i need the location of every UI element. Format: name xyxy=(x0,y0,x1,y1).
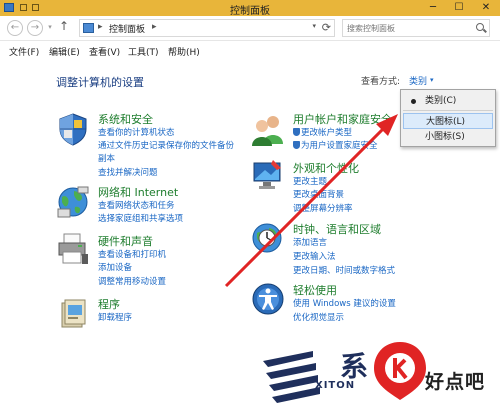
control-panel-icon xyxy=(83,23,94,33)
link-change-account-type[interactable]: 更改帐户类型 xyxy=(293,126,352,138)
clock-globe-icon[interactable] xyxy=(251,220,285,254)
link-homegroup-sharing[interactable]: 选择家庭组和共享选项 xyxy=(98,212,183,224)
link-view-computer-status[interactable]: 查看你的计算机状态 xyxy=(98,126,175,138)
link-devices-printers[interactable]: 查看设备和打印机 xyxy=(98,248,166,260)
menu-file[interactable]: 文件(F) xyxy=(9,45,39,58)
breadcrumb-control-panel[interactable]: 控制面板 xyxy=(109,22,145,35)
refresh-icon[interactable]: ⟳ xyxy=(322,21,331,34)
menu-separator xyxy=(403,110,493,111)
selected-radio-dot-icon xyxy=(411,99,416,104)
page-title: 调整计算机的设置 xyxy=(56,76,144,89)
link-mobility-settings[interactable]: 调整常用移动设置 xyxy=(98,275,166,287)
menu-option-category-label: 类别(C) xyxy=(425,96,457,106)
category-title-user-accounts[interactable]: 用户帐户和家庭安全 xyxy=(293,111,392,127)
menu-option-large-icons[interactable]: 大图标(L) xyxy=(403,113,493,129)
view-by-dropdown-menu: 类别(C) 大图标(L) 小图标(S) xyxy=(400,89,496,147)
menu-option-large-icons-label: 大图标(L) xyxy=(426,117,466,127)
category-title-system-security[interactable]: 系统和安全 xyxy=(98,111,153,127)
link-network-status[interactable]: 查看网络状态和任务 xyxy=(98,199,175,211)
view-by-selector[interactable]: 类别 xyxy=(409,74,427,87)
title-bar: 控制面板 ─ ☐ ✕ xyxy=(0,0,500,17)
programs-icon[interactable] xyxy=(56,295,90,329)
address-dropdown-icon[interactable]: ▾ xyxy=(312,22,316,30)
link-add-language[interactable]: 添加语言 xyxy=(293,236,327,248)
category-title-clock-region[interactable]: 时钟、语言和区域 xyxy=(293,221,381,237)
category-title-appearance[interactable]: 外观和个性化 xyxy=(293,160,359,176)
link-troubleshoot[interactable]: 查找并解决问题 xyxy=(98,166,158,178)
forward-button[interactable]: → xyxy=(27,20,43,36)
link-optimize-visual-display[interactable]: 优化视觉显示 xyxy=(293,311,344,323)
chevron-down-icon[interactable]: ▾ xyxy=(430,76,434,84)
link-desktop-background[interactable]: 更改桌面背景 xyxy=(293,188,344,200)
category-title-ease-of-access[interactable]: 轻松使用 xyxy=(293,282,337,298)
watermark-brand-cn: 系 xyxy=(340,350,369,383)
address-row: ← → ▾ ↑ ▸ 控制面板 ▸ ▾ ⟳ xyxy=(0,16,500,41)
link-add-device[interactable]: 添加设备 xyxy=(98,261,132,273)
menu-tools[interactable]: 工具(T) xyxy=(128,45,159,58)
shield-icon[interactable] xyxy=(56,112,90,146)
link-file-history-backup[interactable]: 通过文件历史记录保存你的文件备份 xyxy=(98,139,234,151)
menu-bar: 文件(F) 编辑(E) 查看(V) 工具(T) 帮助(H) xyxy=(0,42,500,59)
address-bar[interactable]: ▸ 控制面板 ▸ ▾ ⟳ xyxy=(79,19,335,37)
view-by-label: 查看方式: xyxy=(361,77,401,87)
back-button[interactable]: ← xyxy=(7,20,23,36)
watermark-brand-en: XITON xyxy=(315,380,356,391)
haodianba-logo-icon xyxy=(374,342,426,400)
recent-locations-button[interactable]: ▾ xyxy=(45,20,55,36)
search-icon[interactable] xyxy=(476,23,484,31)
link-change-account-type-label: 更改帐户类型 xyxy=(301,128,353,138)
close-button[interactable]: ✕ xyxy=(473,0,499,16)
menu-option-small-icons[interactable]: 小图标(S) xyxy=(403,129,493,145)
link-family-safety-label: 为用户设置家庭安全 xyxy=(301,141,378,151)
link-date-time-format[interactable]: 更改日期、时间或数字格式 xyxy=(293,264,395,276)
link-uninstall-program[interactable]: 卸载程序 xyxy=(98,311,132,323)
network-globe-icon[interactable] xyxy=(56,185,90,219)
link-change-theme[interactable]: 更改主题 xyxy=(293,175,327,187)
minimize-button[interactable]: ─ xyxy=(420,0,446,16)
link-family-safety[interactable]: 为用户设置家庭安全 xyxy=(293,139,378,151)
link-screen-resolution[interactable]: 调整屏幕分辨率 xyxy=(293,202,353,214)
ease-of-access-icon[interactable] xyxy=(251,282,285,316)
menu-help[interactable]: 帮助(H) xyxy=(168,45,200,58)
users-icon[interactable] xyxy=(251,112,285,146)
menu-option-small-icons-label: 小图标(S) xyxy=(425,132,465,142)
uac-shield-icon xyxy=(293,141,300,149)
breadcrumb-separator-icon[interactable]: ▸ xyxy=(152,22,157,32)
link-windows-recommended-settings[interactable]: 使用 Windows 建议的设置 xyxy=(293,297,396,309)
menu-option-category[interactable]: 类别(C) xyxy=(403,93,493,109)
category-title-network-internet[interactable]: 网络和 Internet xyxy=(98,184,178,200)
uac-shield-icon xyxy=(293,128,300,136)
category-title-hardware-sound[interactable]: 硬件和声音 xyxy=(98,233,153,249)
link-backup-copy[interactable]: 副本 xyxy=(98,152,115,164)
menu-edit[interactable]: 编辑(E) xyxy=(49,45,80,58)
printer-icon[interactable] xyxy=(56,232,90,266)
search-input[interactable] xyxy=(347,21,467,35)
up-button[interactable]: ↑ xyxy=(59,19,69,33)
category-title-programs[interactable]: 程序 xyxy=(98,296,120,312)
monitor-icon[interactable] xyxy=(251,158,285,192)
search-box[interactable] xyxy=(342,19,490,37)
menu-view[interactable]: 查看(V) xyxy=(89,45,120,58)
breadcrumb-separator-icon[interactable]: ▸ xyxy=(98,22,103,32)
link-change-input-method[interactable]: 更改输入法 xyxy=(293,250,336,262)
maximize-button[interactable]: ☐ xyxy=(446,0,472,16)
watermark-site-name: 好点吧 xyxy=(425,371,486,393)
